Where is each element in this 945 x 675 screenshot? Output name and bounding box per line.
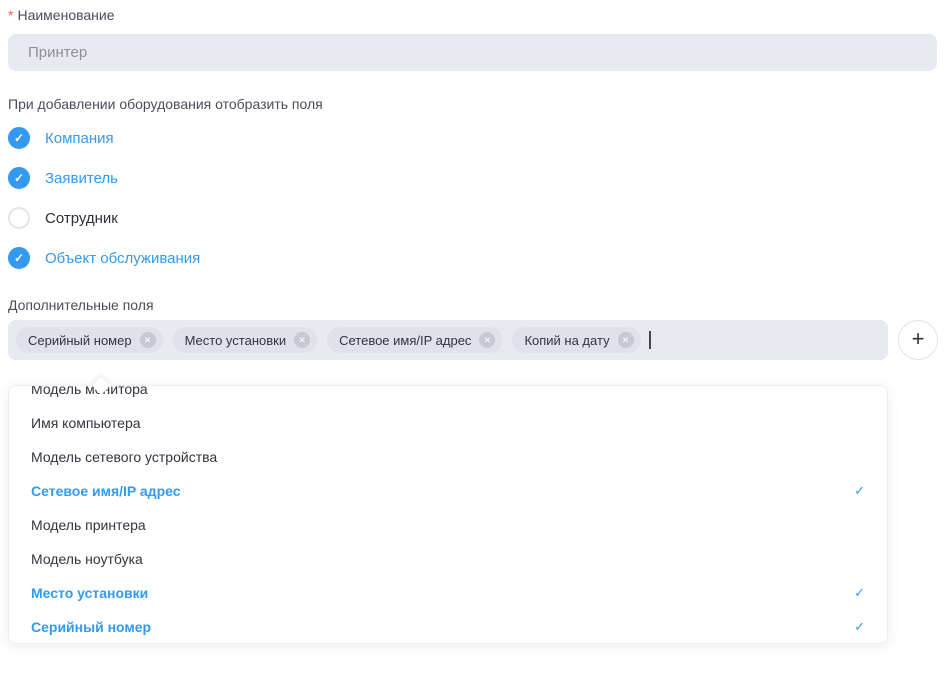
dropdown-option-label: Сетевое имя/IP адрес [31, 483, 181, 499]
check-icon: ✓ [14, 252, 24, 264]
tag-label: Сетевое имя/IP адрес [339, 333, 471, 348]
tag-remove-icon[interactable]: ✕ [140, 332, 156, 348]
selected-check-icon: ✓ [854, 585, 865, 601]
tag-label: Серийный номер [28, 333, 132, 348]
checkbox-icon[interactable]: ✓ [8, 247, 30, 269]
additional-fields-row: Серийный номер ✕ Место установки ✕ Сетев… [8, 320, 945, 360]
selected-check-icon: ✓ [854, 619, 865, 635]
display-field-options: ✓ Компания ✓ Заявитель ✓ Сотрудник ✓ Объ… [8, 118, 945, 278]
additional-fields-label: Дополнительные поля [8, 298, 945, 313]
dropdown-option-label: Модель ноутбука [31, 551, 143, 567]
equipment-type-form: *Наименование При добавлении оборудовани… [0, 0, 945, 644]
check-icon: ✓ [14, 172, 24, 184]
field-options-dropdown: Модель монитора ✓ Имя компьютера ✓ Модел… [8, 385, 888, 644]
checkbox-icon[interactable]: ✓ [8, 207, 30, 229]
tag: Серийный номер ✕ [16, 327, 163, 353]
selected-check-icon: ✓ [854, 483, 865, 499]
name-field-label: Наименование [17, 7, 114, 23]
dropdown-option-label: Имя компьютера [31, 415, 141, 431]
checkbox-label: Сотрудник [45, 210, 118, 227]
tag-label: Место установки [185, 333, 287, 348]
dropdown-option[interactable]: Модель ноутбука ✓ [9, 542, 887, 576]
check-icon: ✓ [14, 132, 24, 144]
dropdown-panel: Модель монитора ✓ Имя компьютера ✓ Модел… [8, 385, 888, 644]
tag-remove-icon[interactable]: ✕ [294, 332, 310, 348]
dropdown-option[interactable]: Модель сетевого устройства ✓ [9, 440, 887, 474]
checkbox-row[interactable]: ✓ Компания [8, 118, 114, 158]
add-field-button[interactable]: + [898, 320, 938, 360]
dropdown-option[interactable]: Сетевое имя/IP адрес ✓ [9, 474, 887, 508]
checkbox-row[interactable]: ✓ Сотрудник [8, 198, 118, 238]
checkbox-row[interactable]: ✓ Заявитель [8, 158, 118, 198]
checkbox-label: Заявитель [45, 170, 118, 187]
checkbox-label: Объект обслуживания [45, 250, 200, 267]
dropdown-option-label: Модель сетевого устройства [31, 449, 217, 465]
tag: Место установки ✕ [173, 327, 318, 353]
tag: Копий на дату ✕ [512, 327, 640, 353]
checkbox-row[interactable]: ✓ Объект обслуживания [8, 238, 200, 278]
tags-input[interactable]: Серийный номер ✕ Место установки ✕ Сетев… [8, 320, 888, 360]
dropdown-option-label: Место установки [31, 585, 148, 601]
tag: Сетевое имя/IP адрес ✕ [327, 327, 502, 353]
dropdown-option[interactable]: Серийный номер ✓ [9, 610, 887, 644]
dropdown-option[interactable]: Модель монитора ✓ [9, 385, 887, 406]
text-cursor [649, 331, 651, 349]
dropdown-option-label: Серийный номер [31, 619, 151, 635]
dropdown-option[interactable]: Место установки ✓ [9, 576, 887, 610]
tag-remove-icon[interactable]: ✕ [618, 332, 634, 348]
dropdown-option[interactable]: Имя компьютера ✓ [9, 406, 887, 440]
dropdown-option-label: Модель принтера [31, 517, 146, 533]
dropdown-option-label: Модель монитора [31, 385, 148, 397]
tag-list: Серийный номер ✕ Место установки ✕ Сетев… [16, 327, 641, 353]
tag-label: Копий на дату [524, 333, 609, 348]
dropdown-list: Модель монитора ✓ Имя компьютера ✓ Модел… [9, 385, 887, 644]
required-asterisk: * [8, 7, 13, 23]
checkbox-label: Компания [45, 130, 114, 147]
name-field-label-row: *Наименование [8, 8, 945, 23]
display-fields-label: При добавлении оборудования отобразить п… [8, 97, 945, 112]
checkbox-icon[interactable]: ✓ [8, 127, 30, 149]
tag-remove-icon[interactable]: ✕ [479, 332, 495, 348]
checkbox-icon[interactable]: ✓ [8, 167, 30, 189]
name-input[interactable] [8, 34, 937, 71]
dropdown-option[interactable]: Модель принтера ✓ [9, 508, 887, 542]
